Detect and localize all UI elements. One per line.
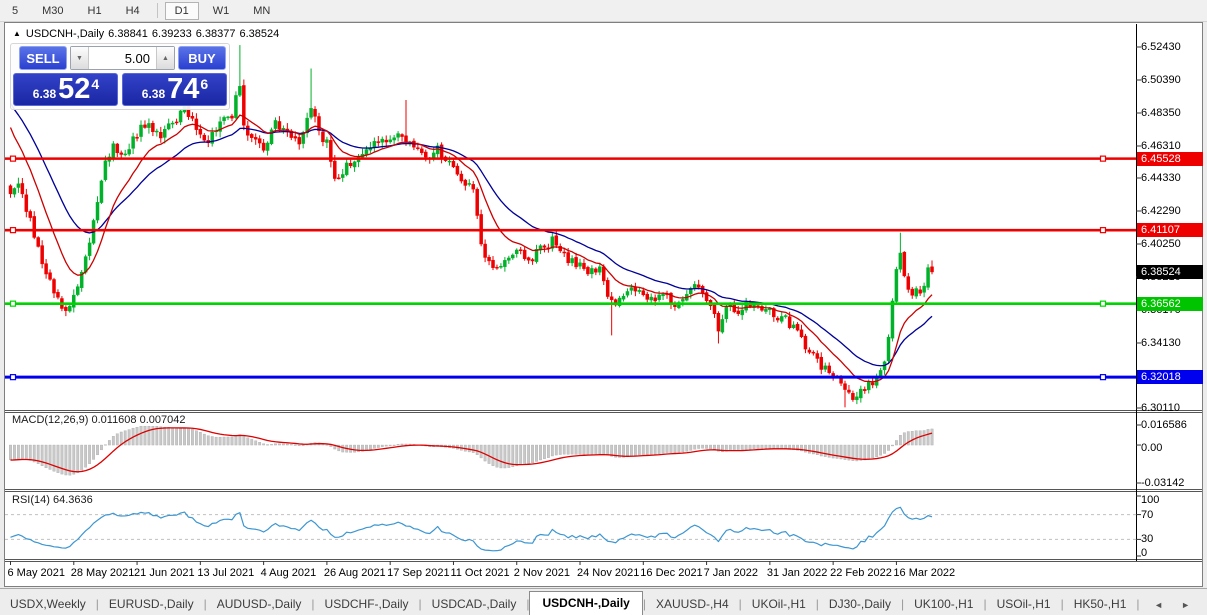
price-tick-label: 6.34130 [1141,336,1181,349]
price-badge: 6.45528 [1137,151,1203,166]
tab-scroll-left-icon[interactable]: ◄ [1145,600,1172,610]
price-badge: 6.38524 [1137,264,1203,279]
price-tick-label: 6.50390 [1141,73,1181,86]
date-tick-label: 7 Jan 2022 [703,567,759,579]
rsi-indicator-label: RSI(14) 64.3636 [12,494,93,506]
volume-value[interactable]: 5.00 [89,47,156,69]
price-tick-label: 6.40250 [1141,237,1181,250]
symbol-name: USDCNH-,Daily [25,28,105,40]
tab-scroll-right-icon[interactable]: ► [1172,600,1199,610]
volume-increase-icon[interactable]: ▲ [156,47,174,69]
date-tick-label: 16 Mar 2022 [893,567,956,579]
date-tick-label: 26 Aug 2021 [323,567,386,579]
tab-usdchf-daily[interactable]: USDCHF-,Daily [315,593,419,615]
tab-separator: | [1136,597,1140,611]
date-tick-label: 2 Nov 2021 [513,567,570,579]
macd-indicator-label: MACD(12,26,9) 0.011608 0.007042 [12,414,186,426]
buy-button[interactable]: BUY [178,46,226,70]
date-tick-label: 24 Nov 2021 [577,567,640,579]
mt4-terminal: 5 M30 H1 H4 D1 W1 MN ▲ USDCNH-,Daily 6.38841 6.39… [0,0,1207,615]
sell-button[interactable]: SELL [19,46,67,70]
rsi-tick-label: 0 [1141,547,1148,559]
volume-decrease-icon[interactable]: ▼ [71,47,89,69]
price-tick-label: 6.52430 [1141,41,1181,53]
tab-uk100-h1[interactable]: UK100-,H1 [904,593,983,615]
tab-ukoil-h1[interactable]: UKOil-,H1 [742,593,816,615]
date-tick-label: 17 Sep 2021 [387,567,450,579]
volume-stepper: ▼ 5.00 ▲ [70,46,175,70]
buy-price-box[interactable]: 6.38 74 6 [122,73,227,106]
date-tick-label: 16 Dec 2021 [640,567,703,579]
tab-usoil-h1[interactable]: USOil-,H1 [987,593,1061,615]
date-tick-label: 4 Aug 2021 [260,567,317,579]
tab-usdx-weekly[interactable]: USDX,Weekly [0,593,96,615]
rsi-tick-label: 100 [1141,494,1160,506]
hline-handle [1099,374,1107,381]
tab-xauusd-h4[interactable]: XAUUSD-,H4 [646,593,739,615]
sell-price-box[interactable]: 6.38 52 4 [13,73,118,106]
price-tick-label: 6.48350 [1141,106,1181,119]
macd-tick-label: 0.00 [1141,442,1163,455]
buy-price-prefix: 6.38 [141,87,166,101]
price-tick-label: 6.46310 [1141,139,1181,152]
tab-usdcnh-daily[interactable]: USDCNH-,Daily [529,591,643,615]
date-tick-label: 6 May 2021 [7,567,65,579]
collapse-panel-icon[interactable]: ▲ [13,29,21,38]
sell-price-pip: 4 [91,76,100,92]
hline-handle [1099,155,1107,162]
hline-handle [9,155,17,162]
buy-price-main: 74 [167,73,200,105]
price-tick-label: 6.42290 [1141,205,1181,217]
price-badge: 6.41107 [1137,223,1203,238]
sell-price-main: 52 [58,73,91,105]
date-tick-label: 31 Jan 2022 [766,567,828,579]
tab-hk50-h1[interactable]: HK50-,H1 [1064,593,1137,615]
date-tick-label: 11 Oct 2021 [450,567,510,579]
hline-handle [1099,227,1107,234]
macd-tick-label: 0.016586 [1141,419,1187,431]
ohlc-low: 6.38377 [195,28,236,40]
price-badge: 6.36562 [1137,296,1203,311]
macd-tick-label: -0.03142 [1141,477,1185,489]
sell-price-prefix: 6.38 [32,87,57,101]
date-tick-label: 22 Feb 2022 [830,567,892,579]
hline-handle [9,374,17,381]
chart-tabbar: USDX,Weekly | EURUSD-,Daily | AUDUSD-,Daily |… [0,588,1207,615]
hline-handle [1099,300,1107,307]
price-badge: 6.32018 [1137,370,1203,385]
tab-eurusd-daily[interactable]: EURUSD-,Daily [99,593,204,615]
date-tick-label: 21 Jun 2021 [134,567,195,579]
ohlc-close: 6.38524 [239,28,280,40]
price-tick-label: 6.30110 [1141,402,1180,414]
hline-handle [9,227,17,234]
date-tick-label: 13 Jul 2021 [197,567,255,579]
chart-title: ▲ USDCNH-,Daily 6.38841 6.39233 6.38377 6.385… [13,28,283,40]
tab-scroll-controls: ◄ ► [1145,600,1207,615]
price-tick-label: 6.44330 [1141,172,1181,184]
rsi-tick-label: 30 [1141,533,1154,546]
tab-dj30-daily[interactable]: DJ30-,Daily [819,593,901,615]
ohlc-high: 6.39233 [151,28,192,40]
buy-price-pip: 6 [200,76,209,92]
tab-audusd-daily[interactable]: AUDUSD-,Daily [207,593,312,615]
date-tick-label: 28 May 2021 [70,567,135,579]
one-click-trading-panel: SELL ▼ 5.00 ▲ BUY 6.38 52 4 6.38 74 6 [10,43,230,110]
hline-handle [9,300,17,307]
tab-usdcad-daily[interactable]: USDCAD-,Daily [422,593,527,615]
ohlc-open: 6.38841 [108,28,148,40]
rsi-tick-label: 70 [1141,508,1154,521]
